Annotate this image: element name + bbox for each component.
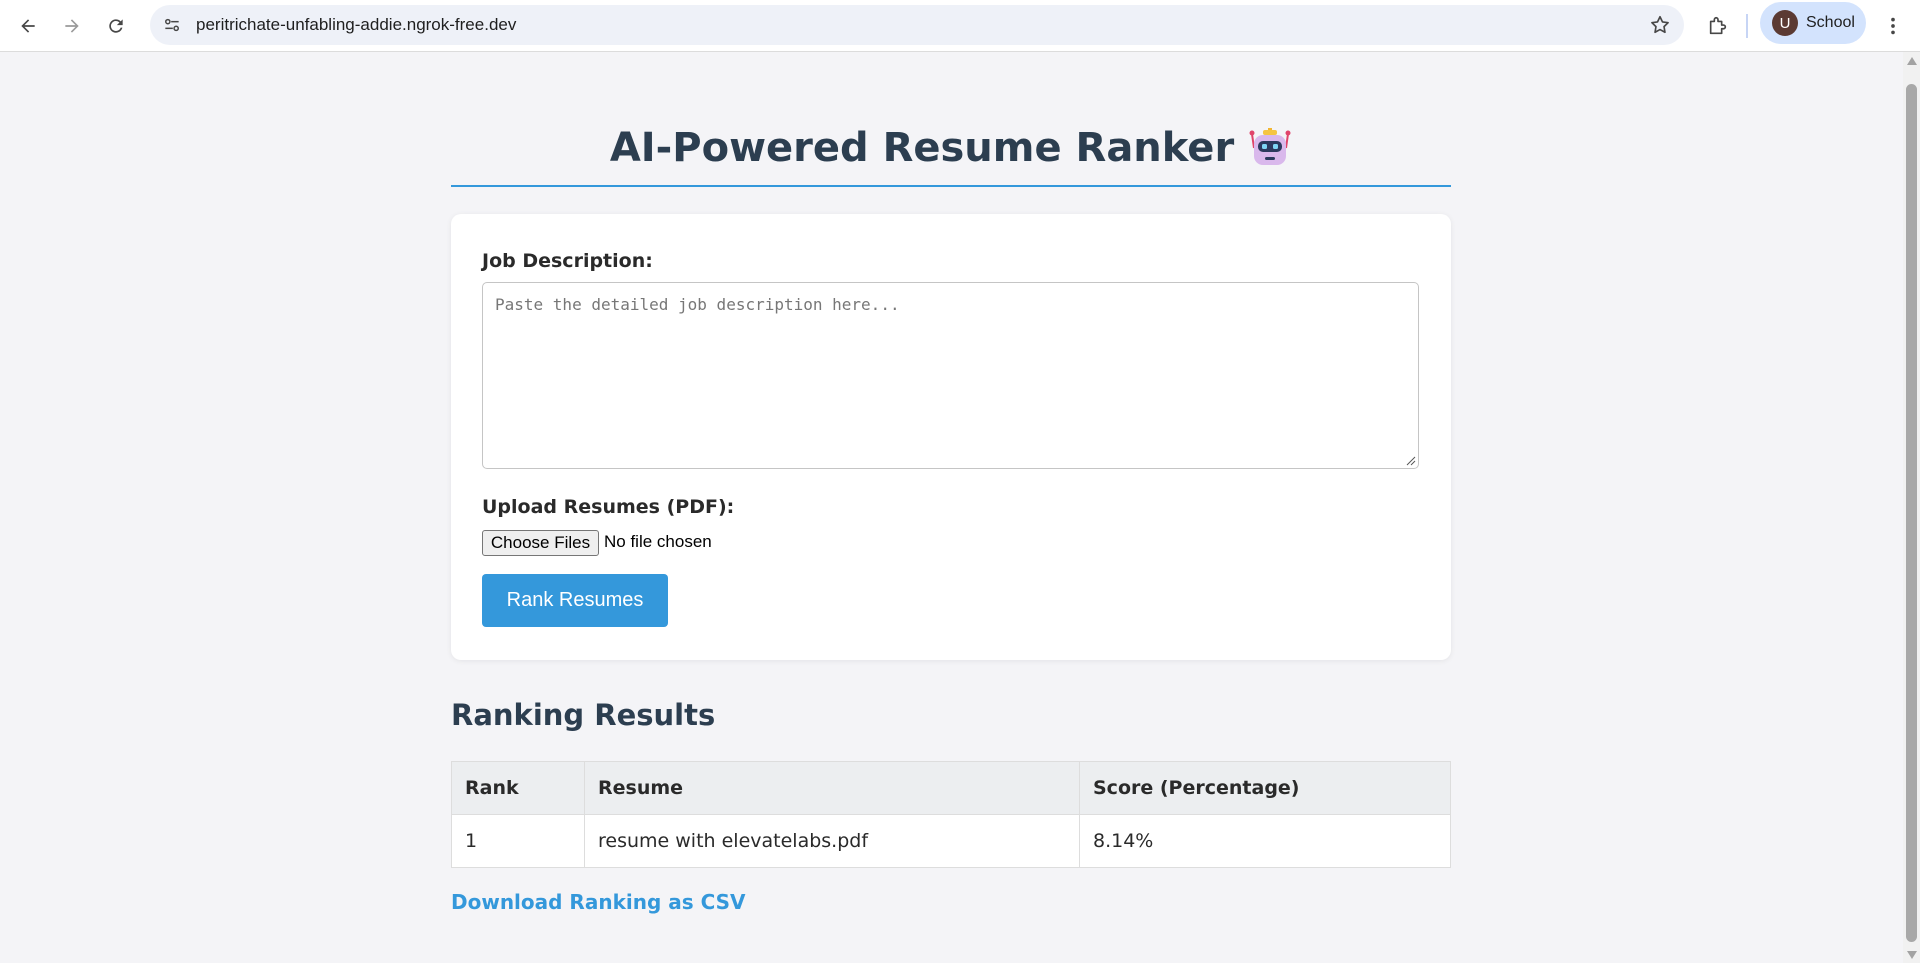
table-header-row: Rank Resume Score (Percentage) bbox=[451, 761, 1451, 815]
cell-score: 8.14% bbox=[1079, 814, 1451, 868]
toolbar-divider bbox=[1746, 14, 1748, 38]
column-header-resume: Resume bbox=[584, 761, 1080, 815]
page-scrollbar[interactable] bbox=[1903, 52, 1920, 963]
browser-toolbar: peritrichate-unfabling-addie.ngrok-free.… bbox=[0, 0, 1920, 52]
upload-form-card: Job Description: Upload Resumes (PDF): C… bbox=[451, 214, 1451, 660]
column-header-rank: Rank bbox=[451, 761, 585, 815]
download-csv-link[interactable]: Download Ranking as CSV bbox=[451, 890, 746, 914]
forward-button[interactable] bbox=[54, 8, 90, 44]
extensions-puzzle-icon[interactable] bbox=[1700, 8, 1736, 44]
column-header-score: Score (Percentage) bbox=[1079, 761, 1451, 815]
job-description-label: Job Description: bbox=[482, 250, 653, 272]
back-button[interactable] bbox=[10, 8, 46, 44]
page-title: AI-Powered Resume Ranker bbox=[610, 118, 1292, 178]
rank-resumes-button[interactable]: Rank Resumes bbox=[482, 574, 668, 627]
results-table: Rank Resume Score (Percentage) 1 resume … bbox=[451, 761, 1451, 868]
file-status-text: No file chosen bbox=[604, 532, 712, 551]
arrow-left-icon bbox=[21, 19, 35, 33]
cell-resume: resume with elevatelabs.pdf bbox=[584, 814, 1080, 868]
reload-icon bbox=[109, 19, 123, 33]
scroll-down-arrow-icon[interactable] bbox=[1907, 951, 1917, 959]
more-menu-icon[interactable] bbox=[1878, 8, 1908, 44]
choose-files-button[interactable]: Choose Files bbox=[482, 530, 599, 556]
scroll-thumb[interactable] bbox=[1906, 84, 1917, 942]
profile-button[interactable]: U School bbox=[1760, 2, 1866, 44]
cell-rank: 1 bbox=[451, 814, 585, 868]
bookmark-star-icon[interactable] bbox=[1648, 13, 1672, 37]
page-header: AI-Powered Resume Ranker bbox=[451, 118, 1451, 187]
reload-button[interactable] bbox=[98, 8, 134, 44]
site-info-icon[interactable] bbox=[160, 13, 184, 37]
job-description-input[interactable] bbox=[482, 282, 1419, 469]
page-title-text: AI-Powered Resume Ranker bbox=[609, 125, 1235, 171]
scroll-up-arrow-icon[interactable] bbox=[1907, 57, 1917, 65]
upload-resumes-label: Upload Resumes (PDF): bbox=[482, 496, 735, 518]
table-row: 1 resume with elevatelabs.pdf 8.14% bbox=[451, 814, 1451, 868]
profile-label: School bbox=[1806, 14, 1855, 31]
robot-icon bbox=[1249, 128, 1291, 165]
arrow-right-icon bbox=[65, 19, 79, 33]
ranking-results-title: Ranking Results bbox=[451, 698, 716, 732]
avatar: U bbox=[1772, 10, 1798, 36]
url-text[interactable]: peritrichate-unfabling-addie.ngrok-free.… bbox=[196, 15, 516, 35]
resize-grip-icon[interactable] bbox=[1406, 456, 1416, 466]
address-bar[interactable]: peritrichate-unfabling-addie.ngrok-free.… bbox=[150, 5, 1684, 45]
